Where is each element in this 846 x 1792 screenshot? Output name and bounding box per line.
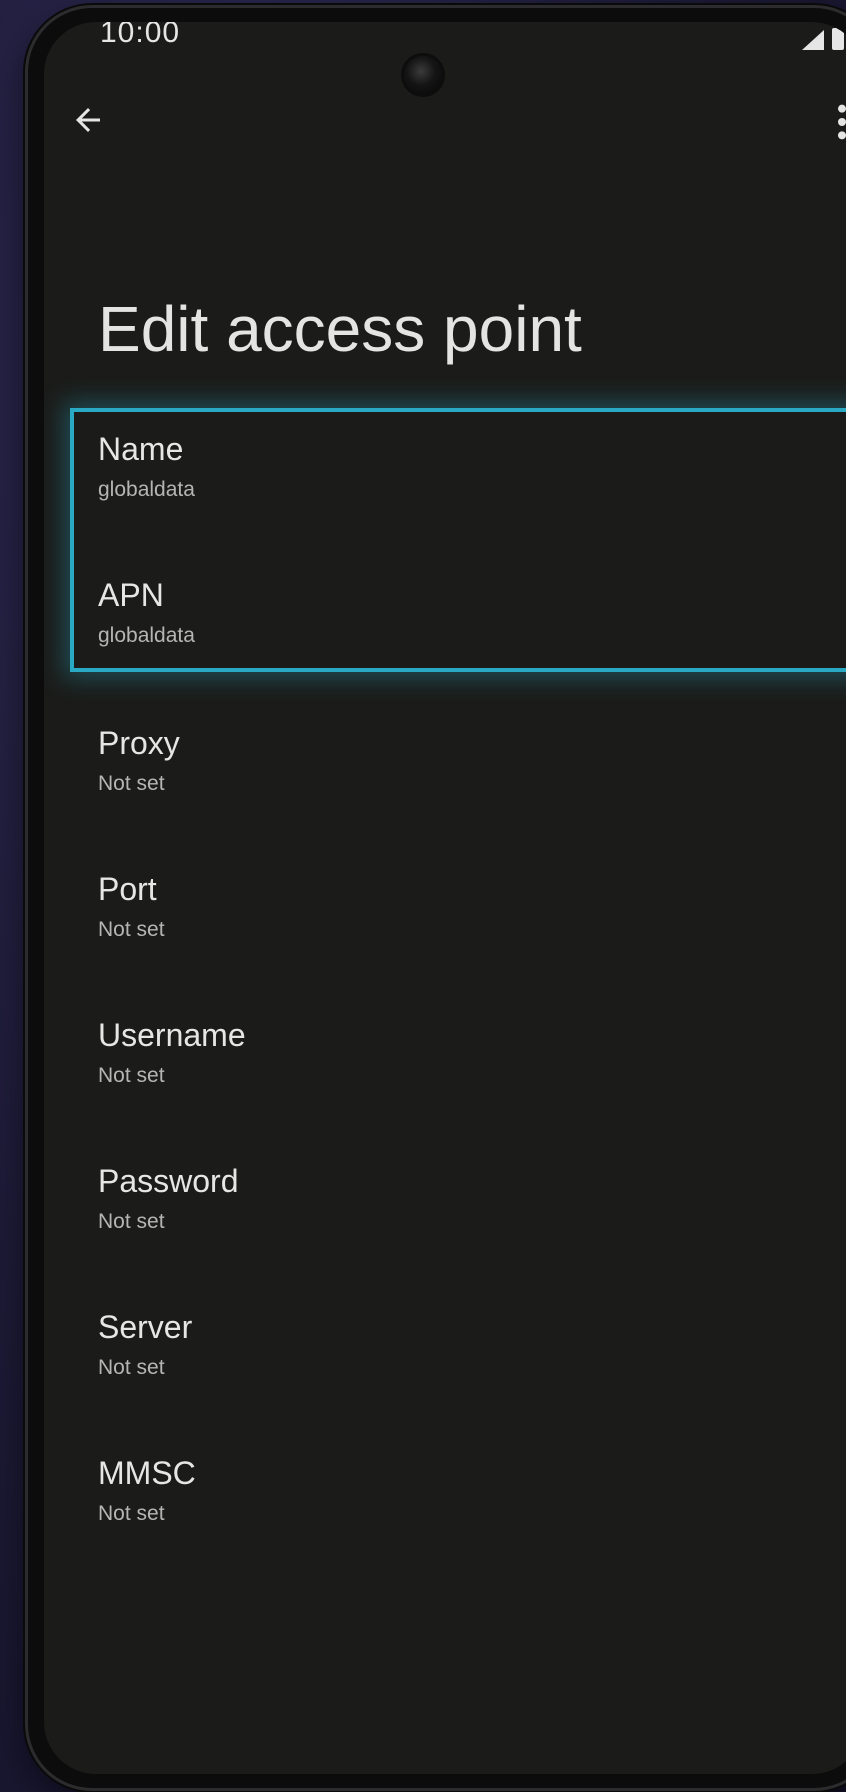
setting-label: Port: [98, 871, 157, 907]
phone-frame: 10:00 Edit access point Name globaldata …: [28, 8, 846, 1788]
setting-label: Username: [98, 1017, 246, 1053]
page-title: Edit access point: [98, 293, 582, 365]
signal-icon: [802, 30, 824, 50]
setting-label: Proxy: [98, 725, 180, 761]
setting-username[interactable]: Username Not set: [98, 1016, 838, 1090]
front-camera: [404, 56, 442, 94]
setting-port[interactable]: Port Not set: [98, 870, 838, 944]
setting-password[interactable]: Password Not set: [98, 1162, 838, 1236]
app-bar: [44, 92, 846, 152]
status-bar: 10:00: [44, 22, 846, 62]
setting-label: APN: [98, 577, 164, 613]
battery-icon: [832, 28, 844, 50]
setting-value: Not set: [98, 1356, 165, 1379]
setting-value: globaldata: [98, 624, 195, 647]
status-time: 10:00: [100, 22, 181, 49]
arrow-back-icon[interactable]: [70, 102, 106, 138]
setting-mmsc[interactable]: MMSC Not set: [98, 1454, 838, 1528]
setting-name[interactable]: Name globaldata: [98, 430, 838, 504]
phone-screen: 10:00 Edit access point Name globaldata …: [44, 22, 846, 1774]
setting-value: Not set: [98, 1210, 165, 1233]
setting-label: Server: [98, 1309, 193, 1345]
setting-label: Password: [98, 1163, 239, 1199]
more-vert-icon[interactable]: [834, 102, 846, 142]
setting-server[interactable]: Server Not set: [98, 1308, 838, 1382]
status-icons: [802, 28, 844, 50]
setting-label: MMSC: [98, 1455, 196, 1491]
setting-apn[interactable]: APN globaldata: [98, 576, 838, 650]
setting-value: Not set: [98, 1502, 165, 1525]
setting-value: Not set: [98, 918, 165, 941]
setting-proxy[interactable]: Proxy Not set: [98, 724, 838, 798]
setting-value: globaldata: [98, 478, 195, 501]
setting-label: Name: [98, 431, 184, 467]
setting-value: Not set: [98, 1064, 165, 1087]
setting-value: Not set: [98, 772, 165, 795]
